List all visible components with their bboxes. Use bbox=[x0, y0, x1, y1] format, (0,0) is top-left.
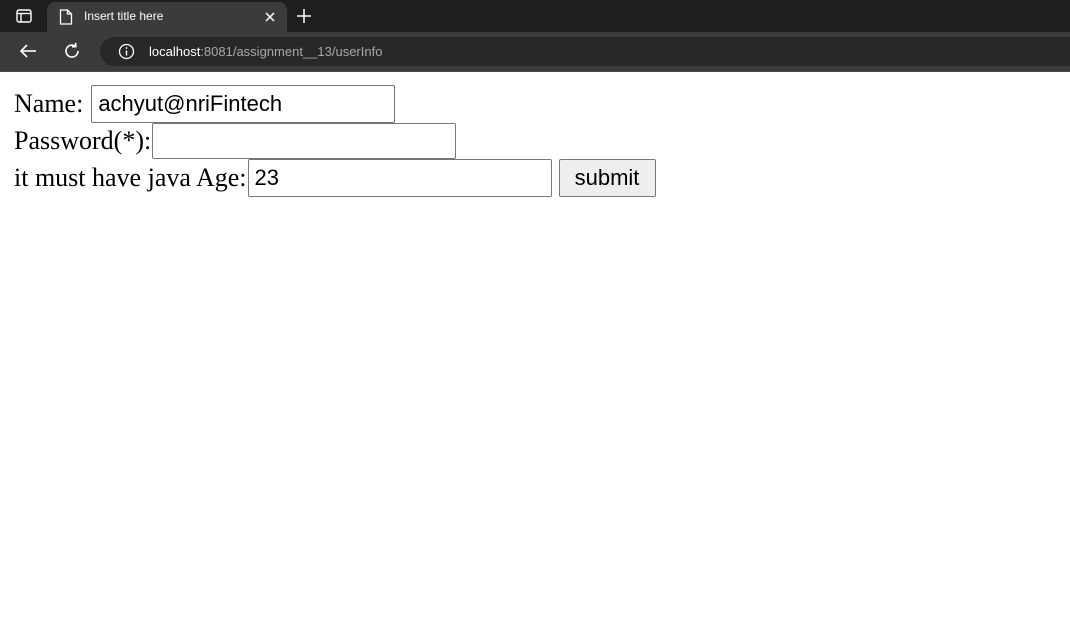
tab-actions-button[interactable] bbox=[10, 6, 38, 26]
password-input[interactable] bbox=[152, 122, 457, 159]
new-tab-button[interactable] bbox=[294, 6, 314, 26]
tab-strip: Insert title here bbox=[0, 0, 1070, 32]
tab-title: Insert title here bbox=[84, 9, 164, 23]
plus-icon bbox=[297, 9, 311, 23]
page-content: Name: achyut@nriFintech Password(*): it … bbox=[0, 72, 1070, 623]
tab-close-button[interactable] bbox=[263, 10, 277, 24]
browser-toolbar: localhost:8081/assignment__13/userInfo bbox=[0, 32, 1070, 72]
name-input[interactable]: achyut@nriFintech bbox=[91, 84, 396, 123]
browser-window: Insert title here localhost:8081/assignm… bbox=[0, 0, 1070, 623]
tab-actions-icon bbox=[16, 9, 32, 23]
close-icon bbox=[265, 12, 275, 22]
user-info-form: Name: achyut@nriFintech Password(*): it … bbox=[14, 84, 656, 197]
name-label: Name: bbox=[14, 88, 84, 118]
name-row: Name: achyut@nriFintech bbox=[14, 84, 656, 123]
password-row: Password(*): bbox=[14, 122, 656, 159]
password-label: Password(*): bbox=[14, 125, 152, 155]
url-path: :8081/assignment__13/userInfo bbox=[200, 44, 383, 59]
age-label: it must have java Age: bbox=[14, 162, 247, 192]
back-arrow-icon bbox=[19, 44, 36, 58]
reload-icon bbox=[65, 42, 79, 58]
reload-button[interactable] bbox=[60, 40, 84, 62]
page-icon bbox=[59, 9, 73, 25]
back-button[interactable] bbox=[16, 40, 40, 62]
active-tab[interactable]: Insert title here bbox=[47, 2, 287, 32]
submit-button[interactable]: submit bbox=[558, 158, 656, 197]
age-row: it must have java Age: 23 submit bbox=[14, 158, 656, 197]
info-icon[interactable] bbox=[118, 43, 135, 60]
age-input[interactable]: 23 bbox=[247, 158, 552, 197]
url-host: localhost bbox=[149, 44, 201, 59]
url-text: localhost:8081/assignment__13/userInfo bbox=[149, 44, 382, 59]
address-bar[interactable]: localhost:8081/assignment__13/userInfo bbox=[100, 37, 1070, 66]
